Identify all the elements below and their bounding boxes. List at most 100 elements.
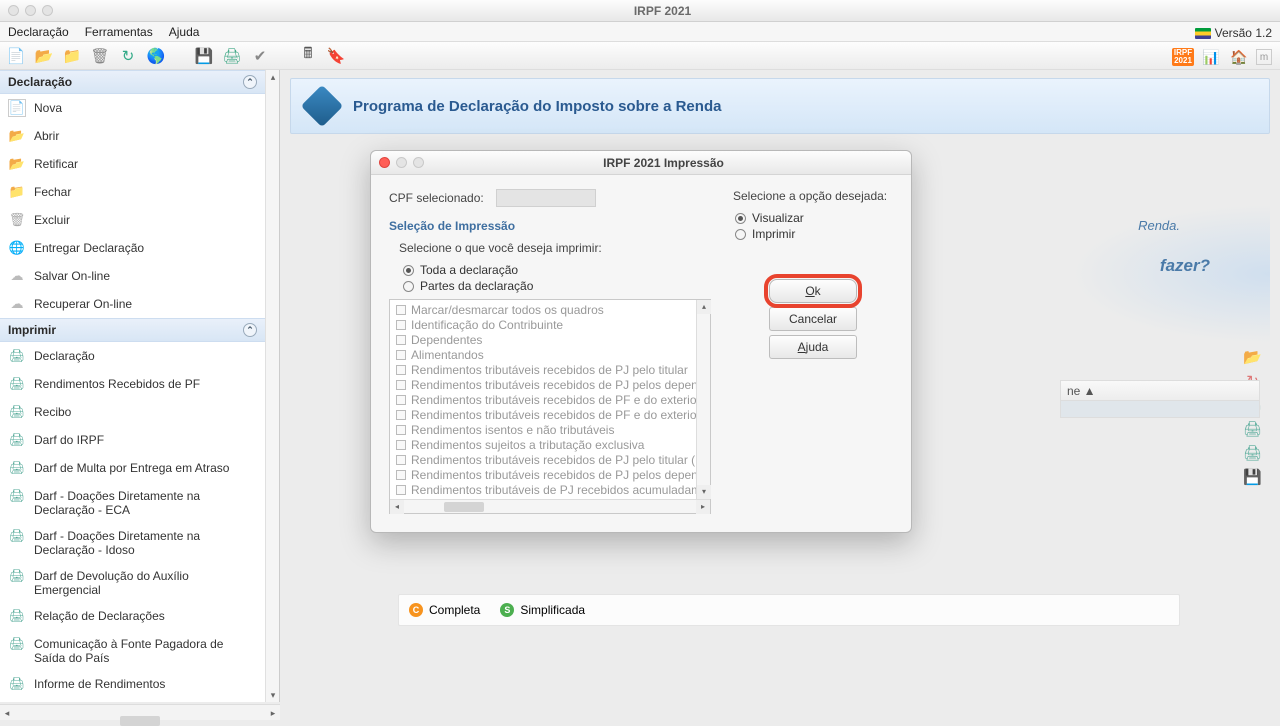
save-icon[interactable]: 💾 <box>1243 468 1262 486</box>
menu-ajuda[interactable]: Ajuda <box>169 25 200 39</box>
option-title: Selecione a opção desejada: <box>733 189 893 203</box>
doc-icon: 📄 <box>8 99 26 117</box>
home-icon[interactable]: 🏠 <box>1228 48 1250 66</box>
cloud-icon: ☁ <box>8 295 26 313</box>
sidebar-item[interactable]: 🖨Darf de Multa por Entrega em Atraso <box>0 454 265 482</box>
list-item[interactable]: Rendimentos tributáveis recebidos de PJ … <box>390 377 696 392</box>
list-item-label: Rendimentos sujeitos a tributação exclus… <box>411 438 644 452</box>
toolbar-trash-icon[interactable]: 🗑 <box>90 46 110 66</box>
chevron-up-icon[interactable]: ⌃ <box>243 323 257 337</box>
toolbar-new-icon[interactable]: 📄 <box>6 46 26 66</box>
sidebar-item[interactable]: 🌐Entregar Declaração <box>0 234 265 262</box>
menu-ferramentas[interactable]: Ferramentas <box>85 25 153 39</box>
print-icon[interactable]: 🖨 <box>1243 444 1262 462</box>
sidebar-group-imprimir[interactable]: Imprimir ⌃ <box>0 318 265 342</box>
toolbar-print-icon[interactable]: 🖨 <box>222 46 242 66</box>
list-item[interactable]: Rendimentos tributáveis recebidos de PF … <box>390 407 696 422</box>
list-item-label: Alimentandos <box>411 348 484 362</box>
sidebar-item[interactable]: 📄Nova <box>0 94 265 122</box>
list-item[interactable]: Rendimentos tributáveis recebidos de PJ … <box>390 452 696 467</box>
printer-icon: 🖨 <box>8 675 26 693</box>
sidebar-item[interactable]: 🖨Relação de Declarações <box>0 602 265 630</box>
sidebar-item-label: Salvar On-line <box>34 267 110 283</box>
list-item[interactable]: Marcar/desmarcar todos os quadros <box>390 302 696 317</box>
toolbar-open-icon[interactable]: 📂 <box>34 46 54 66</box>
sidebar-item[interactable]: 📂Retificar <box>0 150 265 178</box>
folder-icon: 📂 <box>8 155 26 173</box>
help-button[interactable]: Ajuda <box>769 335 857 359</box>
toolbar-calc-icon[interactable]: 🖩 <box>298 46 318 66</box>
folder-open-icon[interactable]: 📂 <box>1243 348 1262 366</box>
sidebar-item[interactable]: 🗑Excluir <box>0 206 265 234</box>
sidebar-scrollbar[interactable]: ▴ ▾ <box>265 70 279 702</box>
radio-toda-declaracao[interactable]: Toda a declaração <box>403 263 721 277</box>
sidebar-item[interactable]: 🖨Rendimentos Recebidos de PF <box>0 370 265 398</box>
footer-options: CCompleta SSimplificada <box>398 594 1180 626</box>
sidebar-item-label: Darf de Multa por Entrega em Atraso <box>34 459 229 475</box>
print-dialog: IRPF 2021 Impressão CPF selecionado: Sel… <box>370 150 912 533</box>
sidebar-item[interactable]: ☁Salvar On-line <box>0 262 265 290</box>
folder-icon: 📂 <box>8 127 26 145</box>
sidebar-item[interactable]: 🖨Informe de Plano de Saúde <box>0 698 265 702</box>
sidebar-item[interactable]: 🖨Darf - Doações Diretamente na Declaraçã… <box>0 522 265 562</box>
sidebar-item[interactable]: 🖨 Informe de Rendimentos <box>0 670 265 698</box>
list-item-label: Rendimentos tributáveis recebidos de PJ … <box>411 363 688 377</box>
list-item[interactable]: Identificação do Contribuinte <box>390 317 696 332</box>
toolbar-check-icon[interactable]: ✔ <box>250 46 270 66</box>
radio-partes-declaracao[interactable]: Partes da declaração <box>403 279 721 293</box>
sidebar-group-declaracao[interactable]: Declaração ⌃ <box>0 70 265 94</box>
sidebar-item-label: Recibo <box>34 403 71 419</box>
print-icon[interactable]: 🖨 <box>1243 420 1262 438</box>
sidebar-item[interactable]: 🖨 Comunicação à Fonte Pagadora de Saída d… <box>0 630 265 670</box>
listbox-hscrollbar[interactable]: ◂▸ <box>390 499 710 513</box>
menubar: Declaração Ferramentas Ajuda <box>0 22 1280 42</box>
sidebar-item[interactable]: 🖨Darf do IRPF <box>0 426 265 454</box>
ok-button[interactable]: Ok <box>769 279 857 303</box>
table-row[interactable] <box>1060 400 1260 418</box>
cancel-button[interactable]: Cancelar <box>769 307 857 331</box>
list-item[interactable]: Rendimentos tributáveis recebidos de PF … <box>390 392 696 407</box>
list-item[interactable]: Alimentandos <box>390 347 696 362</box>
chevron-up-icon[interactable]: ⌃ <box>243 75 257 89</box>
printer-icon: 🖨 <box>8 403 26 421</box>
menu-declaracao[interactable]: Declaração <box>8 25 69 39</box>
sidebar-item[interactable]: 🖨 Recibo <box>0 398 265 426</box>
toolbar-folder-icon[interactable]: 📁 <box>62 46 82 66</box>
checkbox-icon <box>396 365 406 375</box>
list-item[interactable]: Rendimentos sujeitos a tributação exclus… <box>390 437 696 452</box>
sidebar-item[interactable]: 📂Abrir <box>0 122 265 150</box>
toolbar-save-icon[interactable]: 💾 <box>194 46 214 66</box>
dialog-traffic-lights[interactable] <box>379 157 424 168</box>
sidebar-item[interactable]: ☁Recuperar On-line <box>0 290 265 318</box>
chart-icon[interactable]: 📊 <box>1200 48 1222 66</box>
sidebar-item-label: Informe de Rendimentos <box>34 675 165 691</box>
list-item[interactable]: Rendimentos tributáveis recebidos de PJ … <box>390 362 696 377</box>
sidebar-item[interactable]: 🖨Declaração <box>0 342 265 370</box>
simplificada-badge-icon: S <box>500 603 514 617</box>
list-item[interactable]: Dependentes <box>390 332 696 347</box>
bg-text: fazer? <box>1160 256 1210 276</box>
radio-visualizar[interactable]: Visualizar <box>735 211 893 225</box>
toolbar-globe-icon[interactable]: 🌎 <box>146 46 166 66</box>
sidebar-item[interactable]: 🖨Darf de Devolução do Auxílio Emergencia… <box>0 562 265 602</box>
sidebar-item[interactable]: 📁Fechar <box>0 178 265 206</box>
irpf-badge-icon[interactable]: IRPF2021 <box>1172 48 1194 66</box>
list-item[interactable]: Rendimentos tributáveis de PJ recebidos … <box>390 482 696 497</box>
toolbar-tag-icon[interactable]: 🔖 <box>326 46 346 66</box>
radio-imprimir[interactable]: Imprimir <box>735 227 893 241</box>
listbox-vscrollbar[interactable]: ▴▾ <box>696 300 710 499</box>
sidebar-item-label: Comunicação à Fonte Pagadora de Saída do… <box>34 635 257 665</box>
sidebar-item[interactable]: 🖨Darf - Doações Diretamente na Declaraçã… <box>0 482 265 522</box>
list-item[interactable]: Rendimentos tributáveis recebidos de PJ … <box>390 467 696 482</box>
list-item[interactable]: Rendimentos isentos e não tributáveis <box>390 422 696 437</box>
list-item-label: Rendimentos tributáveis recebidos de PJ … <box>411 378 696 392</box>
sidebar-hscrollbar[interactable]: ◂▸ <box>0 704 280 720</box>
printer-icon: 🖨 <box>8 635 26 653</box>
toolbar-reload-icon[interactable]: ↻ <box>118 46 138 66</box>
m-icon[interactable]: m <box>1256 49 1272 65</box>
window-traffic-lights[interactable] <box>8 5 53 16</box>
folderg-icon: 📁 <box>8 183 26 201</box>
table-column-header[interactable]: ne ▲ <box>1060 380 1260 402</box>
checkbox-icon <box>396 485 406 495</box>
app-logo-icon <box>301 85 343 127</box>
